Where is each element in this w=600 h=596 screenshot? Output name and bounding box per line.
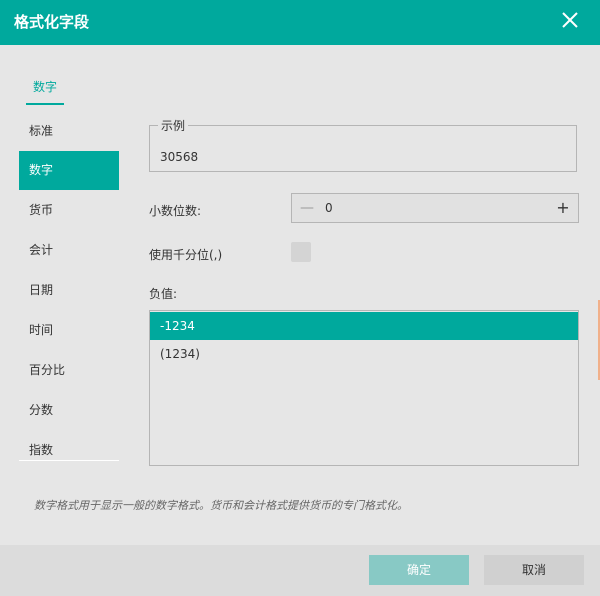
list-item[interactable]: -1234 (150, 312, 578, 340)
sidebar-item-scientific[interactable]: 指数 (19, 431, 119, 470)
sidebar-item-general[interactable]: 标准 (19, 112, 119, 151)
decrement-button[interactable]: — (292, 194, 322, 222)
sidebar-item-percent[interactable]: 百分比 (19, 351, 119, 390)
sidebar-item-time[interactable]: 时间 (19, 311, 119, 350)
negative-values-label: 负值: (149, 287, 178, 301)
ok-button[interactable]: 确定 (369, 555, 469, 585)
close-button[interactable] (556, 6, 584, 34)
cancel-button[interactable]: 取消 (484, 555, 584, 585)
decimal-places-stepper[interactable]: — 0 + (291, 193, 579, 223)
thousands-separator-label: 使用千分位(,) (149, 248, 223, 262)
tab-bar: 数字 (26, 76, 65, 105)
dialog-titlebar: 格式化字段 (0, 0, 600, 45)
sample-legend: 示例 (158, 117, 189, 134)
sidebar-item-date[interactable]: 日期 (19, 271, 119, 310)
decimal-places-label: 小数位数: (149, 204, 202, 218)
increment-button[interactable]: + (548, 194, 578, 222)
sidebar-item-fraction[interactable]: 分数 (19, 391, 119, 430)
decimal-places-value[interactable]: 0 (325, 194, 333, 222)
tab-number[interactable]: 数字 (26, 78, 65, 105)
sidebar-item-number[interactable]: 数字 (19, 151, 119, 190)
list-item[interactable]: (1234) (150, 340, 578, 368)
dialog-title: 格式化字段 (14, 13, 90, 31)
thousands-separator-checkbox[interactable] (291, 242, 311, 262)
sidebar-divider (19, 460, 119, 461)
sample-group: 示例 30568 (149, 117, 577, 172)
negative-values-list: -1234 (1234) (149, 310, 579, 466)
dialog-footer: 确定 取消 (0, 545, 600, 596)
format-description: 数字格式用于显示一般的数字格式。货币和会计格式提供货币的专门格式化。 (34, 499, 408, 512)
sidebar-item-accounting[interactable]: 会计 (19, 231, 119, 270)
close-icon (562, 12, 578, 28)
sidebar-item-currency[interactable]: 货币 (19, 191, 119, 230)
format-field-dialog: 格式化字段 数字 标准 数字 货币 会计 日期 时间 百分比 分数 指数 示例 … (0, 0, 600, 596)
sample-value: 30568 (160, 150, 199, 164)
